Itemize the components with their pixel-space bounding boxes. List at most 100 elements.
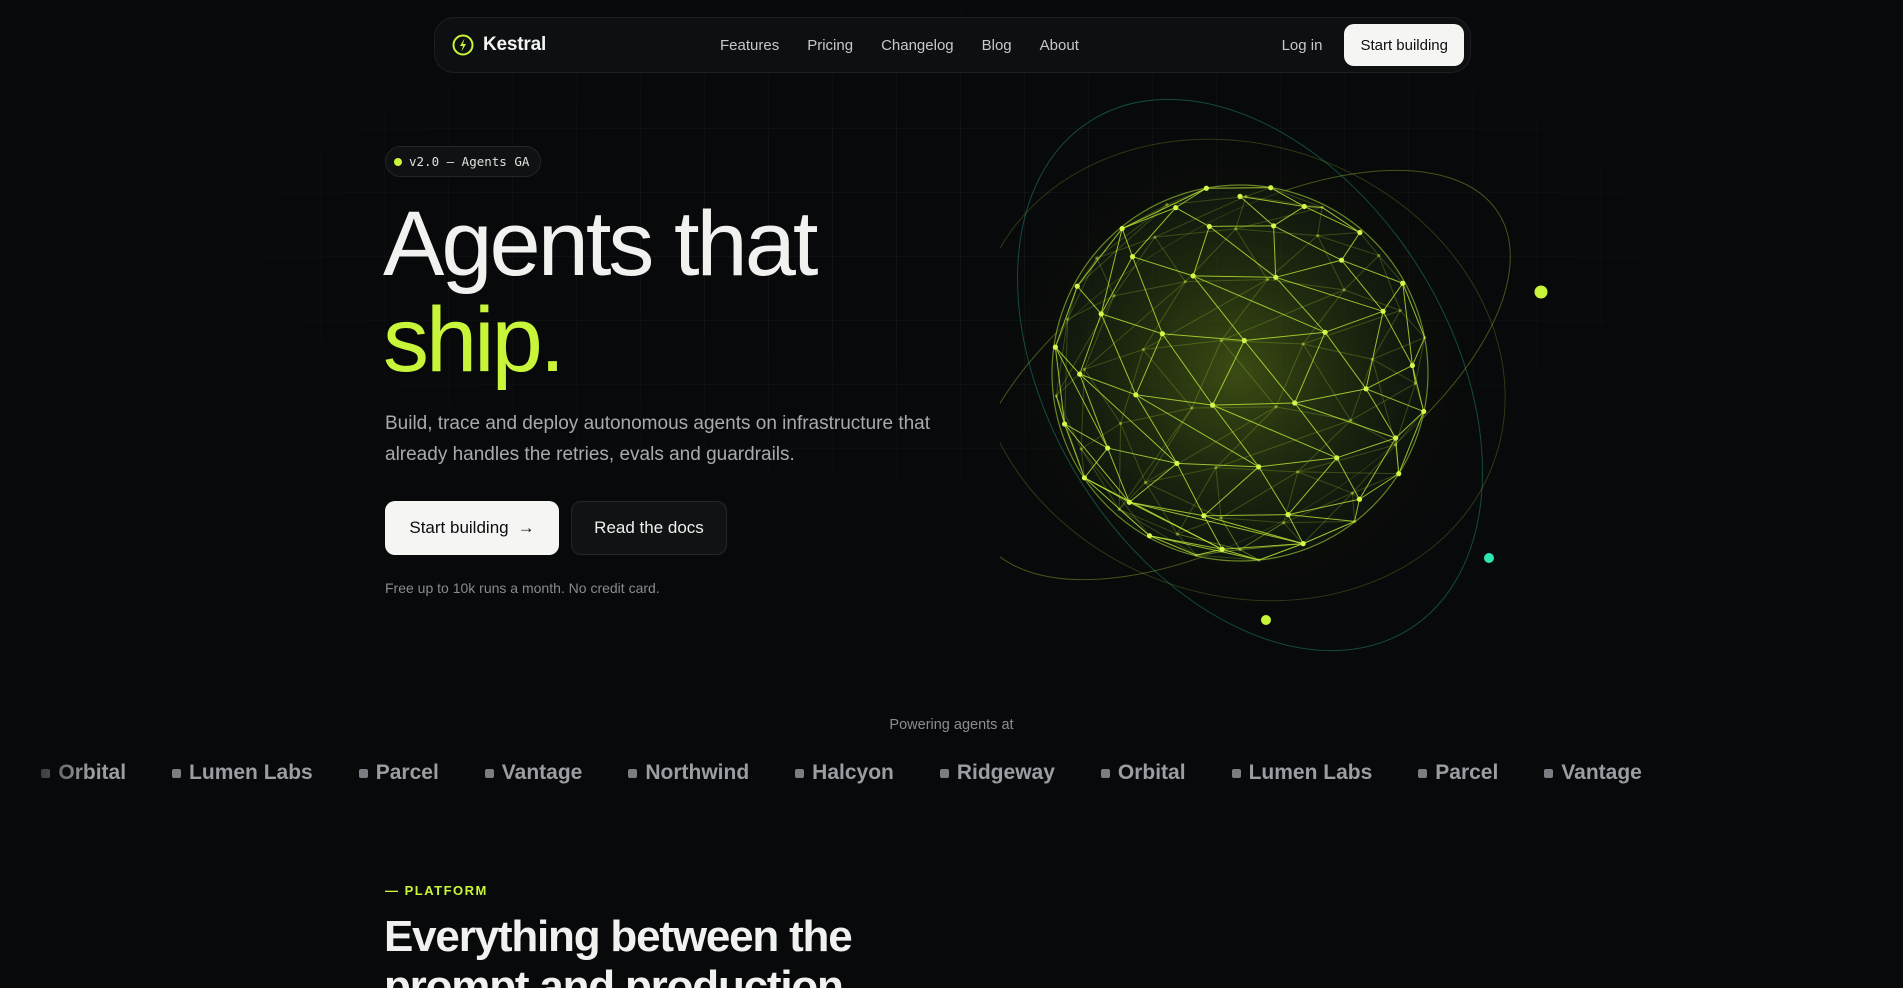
mesh-node: [1146, 533, 1153, 539]
customer-logo: Lumen Labs: [1231, 761, 1373, 785]
mesh-node: [1119, 225, 1125, 232]
mesh-node: [1316, 234, 1320, 238]
mesh-node: [1265, 277, 1270, 282]
mesh-node: [1214, 466, 1218, 470]
logos-heading: Powering agents at: [889, 717, 1014, 733]
customer-logo: Vantage: [484, 761, 583, 785]
mesh-node: [1320, 205, 1324, 209]
mesh-node: [1201, 513, 1207, 519]
mesh-node: [1301, 342, 1305, 346]
customer-logo-name: Parcel: [375, 761, 439, 784]
customer-logo: Halcyon: [795, 761, 894, 785]
mesh-node: [1285, 512, 1291, 518]
mesh-node: [1206, 223, 1212, 230]
mesh-node: [1082, 367, 1086, 371]
hero-fineprint: Free up to 10k runs a month. No credit c…: [385, 580, 660, 596]
mesh-node: [1118, 421, 1123, 425]
customer-logo-name: Lumen Labs: [1248, 761, 1373, 784]
mesh-node: [1398, 308, 1402, 313]
mesh-node: [1074, 283, 1080, 289]
mesh-node: [1095, 256, 1099, 260]
mesh-node: [1174, 460, 1180, 466]
mesh-node: [1061, 421, 1068, 427]
mesh-node: [1349, 418, 1353, 422]
customer-logo-name: Vantage: [501, 761, 583, 784]
mesh-node: [1141, 347, 1145, 352]
logo-square-icon: [1231, 768, 1241, 778]
mesh-node: [1396, 471, 1402, 477]
mesh-node: [1421, 408, 1427, 415]
mesh-node: [1301, 203, 1307, 210]
logos-track: ay Orbital Lumen Labs Parcel Vantage Nor…: [0, 755, 1688, 791]
login-link[interactable]: Log in: [1282, 37, 1323, 54]
nav-start-building-button[interactable]: Start building: [1344, 24, 1464, 66]
start-building-label: Start building: [409, 518, 509, 537]
nav-link-features[interactable]: Features: [720, 37, 779, 54]
mesh-node: [1380, 308, 1386, 314]
brand-logo[interactable]: Kestral: [451, 18, 546, 72]
mesh-node: [1292, 400, 1298, 406]
mesh-node: [1105, 445, 1111, 451]
customer-logo: Lumen Labs: [172, 761, 313, 785]
mesh-node: [1338, 257, 1345, 263]
customer-logo-name: Orbital: [1117, 761, 1186, 784]
background-grid: [0, 0, 1903, 700]
customer-logo-name: Northwind: [645, 761, 750, 784]
top-navbar: Kestral Features Pricing Changelog Blog …: [434, 17, 1471, 73]
mesh-node: [1393, 443, 1398, 447]
nav-link-about[interactable]: About: [1040, 37, 1079, 54]
mesh-node: [1234, 227, 1238, 231]
mesh-node: [1219, 516, 1223, 520]
orbit-dot-icon: [1534, 285, 1548, 299]
mesh-node: [1133, 392, 1139, 398]
mesh-node: [1356, 496, 1363, 502]
read-docs-label: Read the docs: [594, 518, 704, 537]
customer-logo-name: Lumen Labs: [189, 761, 313, 784]
nav-link-blog[interactable]: Blog: [982, 37, 1012, 54]
mesh-edge: [1206, 187, 1271, 189]
mesh-node: [1112, 294, 1116, 298]
mesh-node: [1077, 371, 1083, 377]
headline-line-1: Agents that: [383, 193, 818, 295]
mesh-node: [1129, 254, 1136, 260]
hero-start-building-button[interactable]: Start building →: [385, 501, 559, 555]
mesh-node: [1190, 406, 1194, 410]
mesh-node: [1409, 362, 1415, 369]
mesh-node: [1173, 205, 1179, 211]
mesh-edge: [1209, 225, 1274, 227]
mesh-node: [1400, 280, 1406, 286]
mesh-node: [1257, 558, 1261, 562]
nav-links: Features Pricing Changelog Blog About: [720, 18, 1107, 72]
mesh-node: [1241, 337, 1247, 344]
mesh-node: [1238, 548, 1242, 552]
mesh-node: [1081, 475, 1088, 481]
mesh-node: [1244, 194, 1248, 198]
status-dot-icon: [394, 157, 402, 166]
nav-link-pricing[interactable]: Pricing: [807, 37, 853, 54]
mesh-node: [1159, 331, 1165, 337]
customer-logo: Parcel: [1418, 761, 1498, 785]
mesh-node: [1209, 402, 1216, 408]
nav-link-changelog[interactable]: Changelog: [881, 37, 954, 54]
wireframe-globe-illustration: [1000, 98, 1548, 652]
logo-square-icon: [628, 768, 638, 778]
logo-square-icon: [795, 768, 805, 778]
mesh-node: [1066, 317, 1070, 321]
mesh-node: [1274, 405, 1278, 409]
mesh-node: [1357, 229, 1363, 236]
mesh-node: [1126, 499, 1132, 505]
mesh-node: [1079, 447, 1083, 451]
customer-logo: Parcel: [358, 761, 439, 785]
platform-title: Everything between the prompt and produc…: [384, 912, 853, 988]
version-badge[interactable]: v2.0 — Agents GA: [385, 146, 542, 177]
mesh-node: [1143, 480, 1148, 485]
mesh-node: [1175, 532, 1179, 536]
mesh-node: [1098, 311, 1104, 317]
mesh-node: [1282, 521, 1286, 525]
customer-logo-name: Orbital: [58, 761, 127, 784]
mesh-node: [1268, 185, 1274, 191]
customer-logo-name: Halcyon: [812, 761, 894, 784]
customer-logo-name: Parcel: [1435, 761, 1499, 784]
mesh-node: [1353, 519, 1357, 524]
read-docs-button[interactable]: Read the docs: [571, 501, 727, 555]
